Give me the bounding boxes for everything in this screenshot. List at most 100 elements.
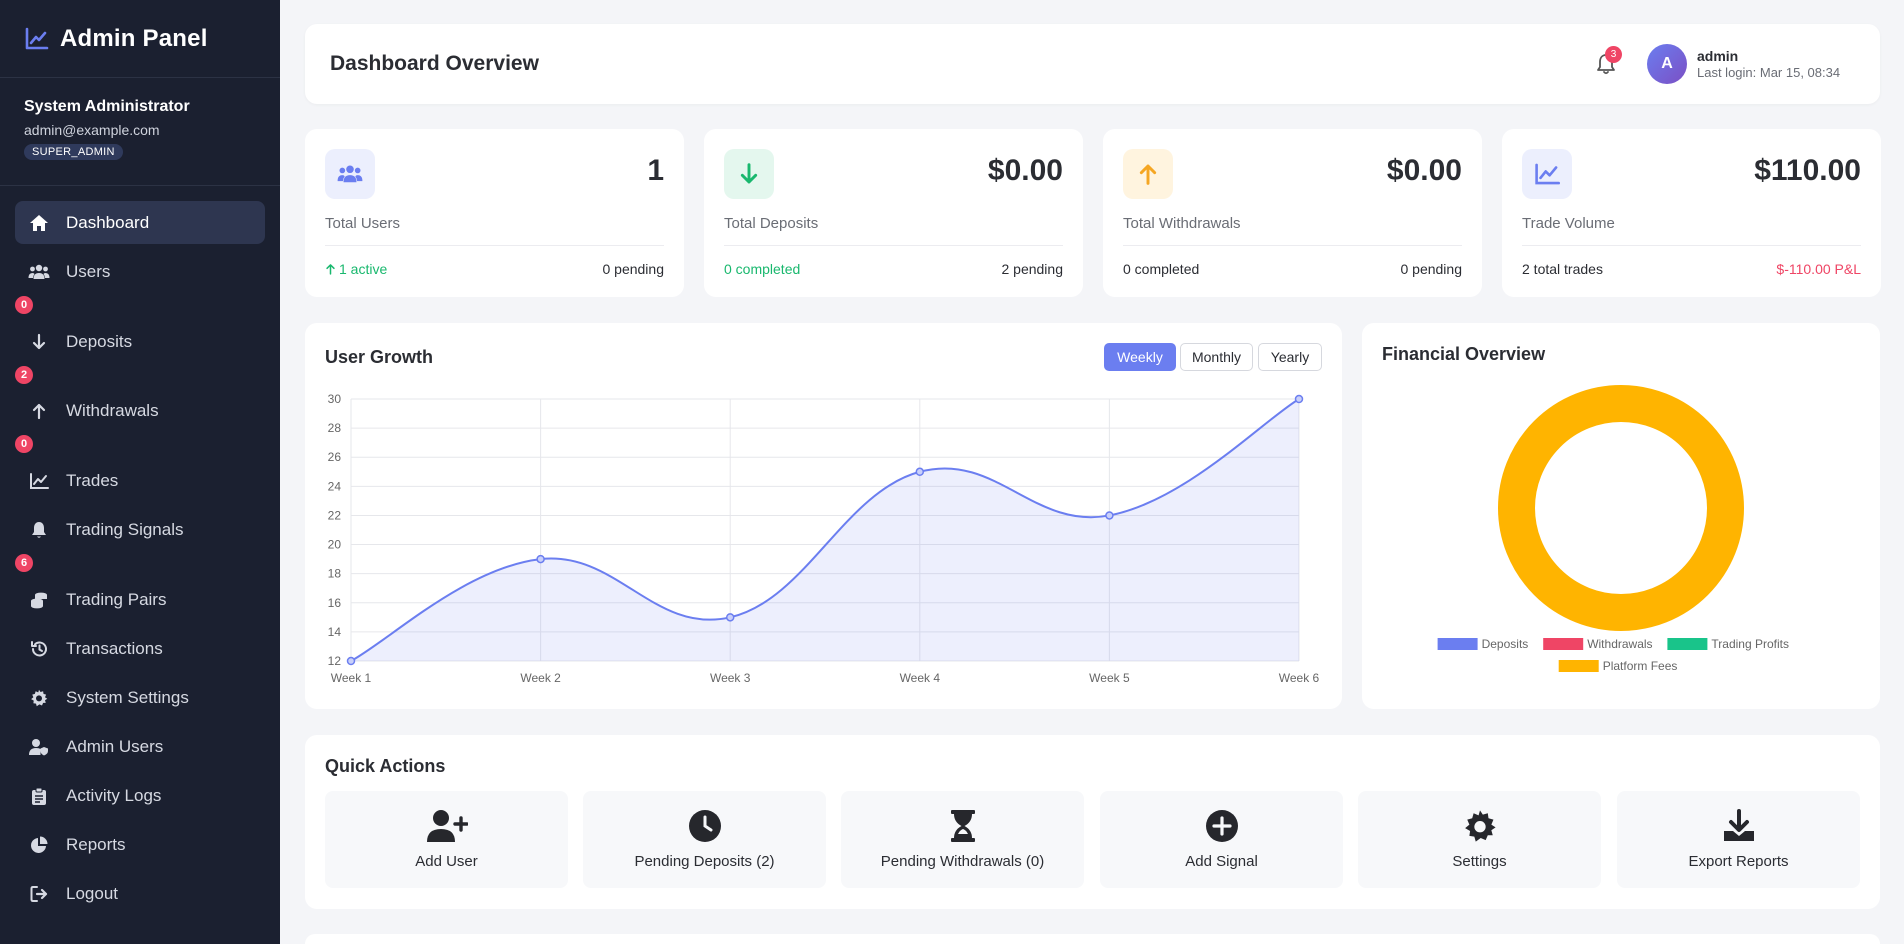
stat-footer-left: 0 completed [724, 261, 800, 277]
x-tick-label: Week 4 [900, 671, 941, 685]
sidebar-badge: 6 [15, 554, 33, 572]
sidebar-item-label: Logout [66, 883, 118, 903]
quick-actions-title: Quick Actions [325, 756, 446, 776]
quick-action-settings[interactable]: Settings [1358, 791, 1601, 888]
gear-icon [28, 688, 50, 708]
stat-footer-left-text: 2 total trades [1522, 261, 1603, 277]
x-tick-label: Week 6 [1279, 671, 1320, 685]
quick-action-label: Export Reports [1688, 853, 1789, 870]
sidebar-item-label: Trading Pairs [66, 589, 167, 609]
chart-line-icon [28, 471, 50, 491]
stat-footer-left-text: 1 active [339, 261, 388, 277]
data-point[interactable] [536, 554, 545, 564]
history-icon [28, 639, 50, 659]
sidebar-badge: 0 [15, 296, 33, 314]
financial-donut-chart: Deposits Withdrawals Trading Profits Platfo… [1437, 385, 1789, 673]
stat-value: $0.00 [1386, 154, 1462, 187]
sidebar-item-withdrawals[interactable]: Withdrawals [15, 389, 265, 432]
y-tick-label: 12 [328, 654, 342, 668]
chart-line-icon [24, 26, 50, 52]
user-plus-icon [325, 809, 568, 843]
brand[interactable]: Admin Panel [0, 0, 280, 78]
next-section-card [305, 934, 1880, 944]
sidebar-item-label: Admin Users [66, 736, 164, 756]
divider [1522, 245, 1861, 246]
sidebar-item-label: Transactions [66, 638, 163, 658]
sidebar-item-deposits[interactable]: Deposits [15, 320, 265, 363]
y-tick-label: 24 [328, 479, 342, 493]
sidebar-item-users[interactable]: Users [15, 250, 265, 293]
quick-action-pending-deposits-2[interactable]: Pending Deposits (2) [583, 791, 826, 888]
sidebar-item-label: Trades [66, 470, 119, 490]
arrow-down-icon [724, 149, 774, 199]
logout-icon [28, 884, 50, 904]
sidebar-item-logout[interactable]: Logout [15, 872, 265, 915]
data-point[interactable] [725, 613, 735, 622]
y-tick-label: 16 [328, 596, 342, 610]
financial-overview-card: Financial Overview Deposits Withdrawals Tr… [1362, 323, 1880, 709]
user-shield-icon [28, 737, 50, 757]
avatar[interactable]: A [1647, 44, 1687, 84]
legend-label[interactable]: Deposits [1482, 637, 1529, 651]
data-point[interactable] [346, 656, 356, 666]
users-icon [28, 262, 50, 282]
quick-action-add-user[interactable]: Add User [325, 791, 568, 888]
top-header: Dashboard Overview 3 A admin Last login:… [305, 24, 1880, 104]
coins-icon [28, 590, 50, 610]
clipboard-icon [28, 786, 50, 806]
user-growth-chart: 12 14 16 18 20 22 24 26 28 30 Week 1 Week 2 Week 3 We… [328, 392, 1320, 685]
legend-label[interactable]: Platform Fees [1603, 659, 1678, 673]
sidebar-item-label: Activity Logs [66, 785, 162, 805]
donut-slice[interactable] [1498, 385, 1744, 631]
hourglass-icon [841, 809, 1084, 843]
quick-action-label: Settings [1452, 853, 1507, 870]
stat-card-total-users: 1 Total Users 1 active 0 pending [305, 129, 684, 297]
legend-swatch [1543, 638, 1584, 650]
stat-value: $0.00 [987, 154, 1063, 187]
quick-action-label: Pending Withdrawals (0) [880, 853, 1045, 870]
last-login: Last login: Mar 15, 08:34 [1697, 65, 1841, 80]
plus-circle-icon [1100, 809, 1343, 843]
sidebar-user-email: admin@example.com [24, 122, 160, 138]
sidebar-item-trades[interactable]: Trades [15, 459, 265, 502]
data-point[interactable] [1294, 394, 1304, 404]
trend-up-icon [325, 262, 336, 279]
arrow-up-icon [28, 401, 50, 421]
y-tick-label: 26 [328, 450, 342, 464]
user-growth-card: User Growth Weekly Monthly Yearly 12 14 16… [305, 323, 1342, 709]
quick-action-add-signal[interactable]: Add Signal [1100, 791, 1343, 888]
quick-action-export-reports[interactable]: Export Reports [1617, 791, 1860, 888]
sidebar-item-system-settings[interactable]: System Settings [15, 676, 265, 719]
sidebar-item-admin-users[interactable]: Admin Users [15, 725, 265, 768]
sidebar-item-trading-signals[interactable]: Trading Signals [15, 508, 265, 551]
header-username[interactable]: admin [1697, 48, 1738, 64]
sidebar-item-reports[interactable]: Reports [15, 823, 265, 866]
stat-card-total-withdrawals: $0.00 Total Withdrawals 0 completed 0 pe… [1103, 129, 1482, 297]
x-tick-label: Week 3 [710, 671, 751, 685]
gear-icon [1358, 809, 1601, 843]
stat-footer-left: 0 completed [1123, 261, 1199, 277]
data-point[interactable] [915, 467, 925, 477]
legend-label[interactable]: Trading Profits [1711, 637, 1789, 651]
x-tick-label: Week 2 [520, 671, 561, 685]
sidebar-item-dashboard[interactable]: Dashboard [15, 201, 265, 244]
stat-value: 1 [647, 154, 664, 187]
sidebar-item-activity-logs[interactable]: Activity Logs [15, 774, 265, 817]
quick-action-label: Pending Deposits (2) [634, 853, 775, 870]
legend-label[interactable]: Withdrawals [1587, 637, 1652, 651]
stat-footer-right: $-110.00 P&L [1776, 261, 1861, 277]
y-tick-label: 28 [328, 421, 342, 435]
series-area [351, 399, 1299, 661]
y-tick-label: 18 [328, 567, 342, 581]
sidebar-item-trading-pairs[interactable]: Trading Pairs [15, 578, 265, 621]
quick-action-label: Add Signal [1185, 853, 1258, 870]
sidebar-item-label: Dashboard [66, 212, 150, 232]
chart-line-icon [1522, 149, 1572, 199]
stat-footer-left-text: 0 completed [724, 261, 801, 277]
y-tick-label: 30 [328, 392, 342, 406]
quick-action-pending-withdrawals-0[interactable]: Pending Withdrawals (0) [841, 791, 1084, 888]
stat-card-trade-volume: $110.00 Trade Volume 2 total trades $-11… [1502, 129, 1881, 297]
stat-footer-right: 2 pending [1001, 261, 1063, 277]
data-point[interactable] [1105, 511, 1114, 520]
sidebar-item-transactions[interactable]: Transactions [15, 627, 265, 670]
